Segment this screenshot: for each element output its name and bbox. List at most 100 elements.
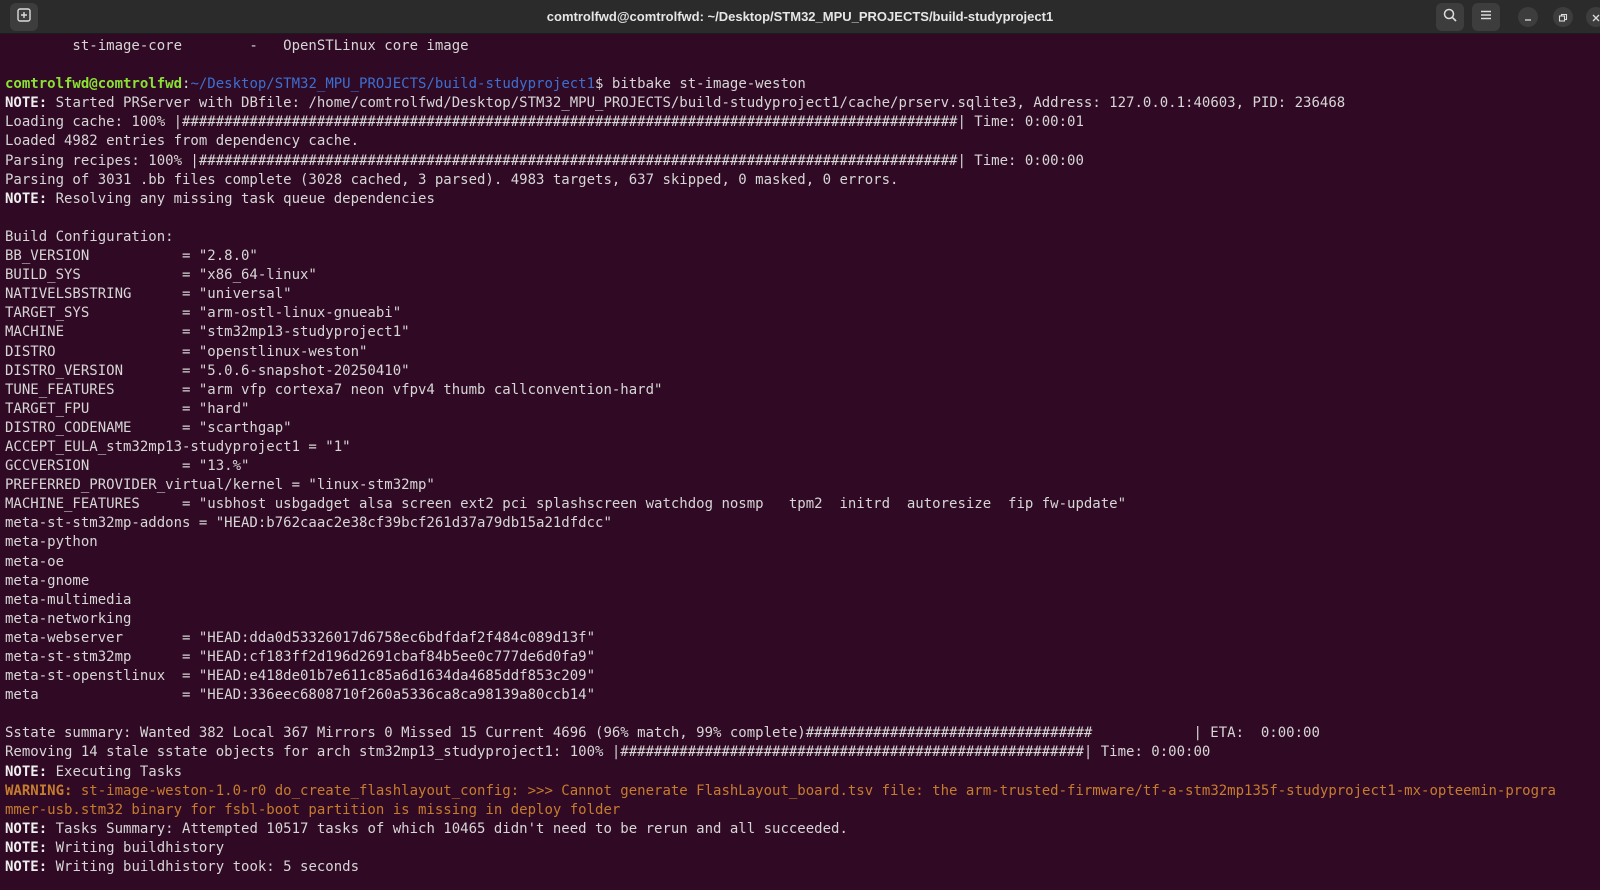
line-text: Loaded 4982 entries from dependency cach… — [5, 133, 360, 150]
line-text: GCCVERSION = "13.%" — [5, 458, 250, 475]
search-button[interactable] — [1436, 3, 1464, 31]
line-text: MACHINE_FEATURES = "usbhost usbgadget al… — [5, 496, 1127, 513]
terminal-line: meta-networking — [5, 610, 1600, 629]
prompt-user: comtrolfwd@comtrolfwd — [5, 76, 183, 93]
line-text: Sstate summary: Wanted 382 Local 367 Mir… — [5, 725, 1320, 742]
note-label: NOTE: — [5, 820, 48, 837]
terminal-line: GCCVERSION = "13.%" — [5, 457, 1600, 476]
terminal-line: meta-st-openstlinux = "HEAD:e418de01b7e6… — [5, 667, 1600, 686]
minimize-button[interactable] — [1518, 7, 1538, 27]
terminal-line: Loading cache: 100% |###################… — [5, 113, 1600, 132]
line-text: meta-webserver = "HEAD:dda0d53326017d675… — [5, 629, 596, 646]
new-tab-icon — [16, 7, 32, 27]
terminal-line: MACHINE_FEATURES = "usbhost usbgadget al… — [5, 495, 1600, 514]
hamburger-menu-icon — [1478, 7, 1494, 27]
line-text: st-image-core - OpenSTLinux core image — [5, 38, 469, 54]
note-label: NOTE: — [5, 839, 48, 856]
line-text: Tasks Summary: Attempted 10517 tasks of … — [47, 820, 848, 837]
terminal-line: Loaded 4982 entries from dependency cach… — [5, 132, 1600, 151]
line-text: meta-st-stm32mp = "HEAD:cf183ff2d196d269… — [5, 649, 596, 665]
line-text: meta-st-stm32mp-addons = "HEAD:b762caac2… — [5, 515, 612, 532]
terminal-line: Build Configuration: — [5, 228, 1600, 247]
line-text: Removing 14 stale sstate objects for arc… — [5, 744, 1211, 761]
terminal-line: DISTRO_VERSION = "5.0.6-snapshot-2025041… — [5, 362, 1600, 381]
line-text: meta-oe — [5, 553, 65, 570]
close-button[interactable] — [1586, 7, 1600, 27]
line-text: DISTRO = "openstlinux-weston" — [5, 343, 368, 360]
line-text: Started PRServer with DBfile: /home/comt… — [47, 95, 1346, 112]
close-icon — [1591, 8, 1600, 27]
terminal-line: TUNE_FEATURES = "arm vfp cortexa7 neon v… — [5, 381, 1600, 400]
terminal-area[interactable]: st-image-core - OpenSTLinux core image c… — [0, 34, 1600, 890]
terminal-line: BB_VERSION = "2.8.0" — [5, 247, 1600, 266]
line-text: BUILD_SYS = "x86_64-linux" — [5, 267, 317, 284]
line-text: TARGET_FPU = "hard" — [5, 400, 250, 417]
line-text: PREFERRED_PROVIDER_virtual/kernel = "lin… — [5, 477, 435, 494]
window-title: comtrolfwd@comtrolfwd: ~/Desktop/STM32_M… — [546, 9, 1054, 24]
note-label: NOTE: — [5, 763, 48, 780]
warning-text: st-image-weston-1.0-r0 do_create_flashla… — [72, 782, 1556, 799]
search-icon — [1442, 7, 1458, 27]
line-text: Resolving any missing task queue depende… — [47, 190, 435, 207]
line-text: Parsing recipes: 100% |#################… — [5, 152, 1084, 169]
terminal-line: NOTE: Writing buildhistory — [5, 839, 1600, 858]
terminal-line: TARGET_SYS = "arm-ostl-linux-gnueabi" — [5, 304, 1600, 323]
terminal-line: meta-st-stm32mp-addons = "HEAD:b762caac2… — [5, 514, 1600, 533]
terminal-line: meta-oe — [5, 553, 1600, 572]
line-text: TARGET_SYS = "arm-ostl-linux-gnueabi" — [5, 305, 402, 322]
note-label: NOTE: — [5, 95, 48, 112]
line-text: meta = "HEAD:336eec6808710f260a5336ca8ca… — [5, 687, 596, 704]
line-text: DISTRO_VERSION = "5.0.6-snapshot-2025041… — [5, 362, 410, 379]
terminal-line: NOTE: Writing buildhistory took: 5 secon… — [5, 858, 1600, 877]
terminal-line: MACHINE = "stm32mp13-studyproject1" — [5, 323, 1600, 342]
prompt-path: ~/Desktop/STM32_MPU_PROJECTS/build-study… — [190, 76, 596, 93]
title-bar: comtrolfwd@comtrolfwd: ~/Desktop/STM32_M… — [0, 0, 1600, 34]
terminal-output: st-image-core - OpenSTLinux core image c… — [5, 37, 1600, 877]
terminal-line: st-image-core - OpenSTLinux core image — [5, 37, 1600, 56]
line-text: meta-gnome — [5, 572, 90, 589]
line-text: Writing buildhistory took: 5 seconds — [47, 859, 360, 876]
terminal-line: Sstate summary: Wanted 382 Local 367 Mir… — [5, 724, 1600, 743]
line-text: meta-networking — [5, 610, 132, 627]
line-text: NATIVELSBSTRING = "universal" — [5, 286, 292, 303]
line-text: Build Configuration: — [5, 228, 174, 245]
line-text: meta-multimedia — [5, 591, 132, 608]
line-text: DISTRO_CODENAME = "scarthgap" — [5, 419, 292, 436]
menu-button[interactable] — [1472, 3, 1500, 31]
new-tab-button[interactable] — [10, 3, 38, 31]
terminal-line: NATIVELSBSTRING = "universal" — [5, 285, 1600, 304]
prompt-command: $ bitbake st-image-weston — [595, 76, 806, 93]
line-text: ACCEPT_EULA_stm32mp13-studyproject1 = "1… — [5, 438, 351, 455]
terminal-line: meta-webserver = "HEAD:dda0d53326017d675… — [5, 629, 1600, 648]
line-text: meta-st-openstlinux = "HEAD:e418de01b7e6… — [5, 668, 596, 685]
terminal-line: ACCEPT_EULA_stm32mp13-studyproject1 = "1… — [5, 438, 1600, 457]
terminal-line: comtrolfwd@comtrolfwd:~/Desktop/STM32_MP… — [5, 75, 1600, 94]
terminal-line: NOTE: Resolving any missing task queue d… — [5, 190, 1600, 209]
maximize-icon — [1558, 8, 1568, 27]
line-text: TUNE_FEATURES = "arm vfp cortexa7 neon v… — [5, 381, 663, 398]
terminal-line: DISTRO_CODENAME = "scarthgap" — [5, 419, 1600, 438]
terminal-line: Parsing recipes: 100% |#################… — [5, 152, 1600, 171]
line-text: Parsing of 3031 .bb files complete (3028… — [5, 171, 899, 188]
terminal-line: WARNING: st-image-weston-1.0-r0 do_creat… — [5, 782, 1600, 801]
terminal-line: NOTE: Executing Tasks — [5, 763, 1600, 782]
minimize-icon — [1523, 8, 1533, 27]
terminal-line: BUILD_SYS = "x86_64-linux" — [5, 266, 1600, 285]
terminal-line: meta-st-stm32mp = "HEAD:cf183ff2d196d269… — [5, 648, 1600, 667]
line-text: Writing buildhistory — [47, 839, 225, 856]
terminal-line: NOTE: Started PRServer with DBfile: /hom… — [5, 94, 1600, 113]
terminal-line: Removing 14 stale sstate objects for arc… — [5, 743, 1600, 762]
terminal-line: meta-multimedia — [5, 591, 1600, 610]
terminal-line: Parsing of 3031 .bb files complete (3028… — [5, 171, 1600, 190]
maximize-button[interactable] — [1553, 7, 1573, 27]
line-text: meta-python — [5, 534, 98, 551]
terminal-line: PREFERRED_PROVIDER_virtual/kernel = "lin… — [5, 476, 1600, 495]
line-text: Executing Tasks — [47, 763, 183, 780]
terminal-line: DISTRO = "openstlinux-weston" — [5, 343, 1600, 362]
note-label: NOTE: — [5, 859, 48, 876]
line-text: Loading cache: 100% |###################… — [5, 114, 1084, 131]
warning-text: mmer-usb.stm32 binary for fsbl-boot part… — [5, 801, 621, 818]
